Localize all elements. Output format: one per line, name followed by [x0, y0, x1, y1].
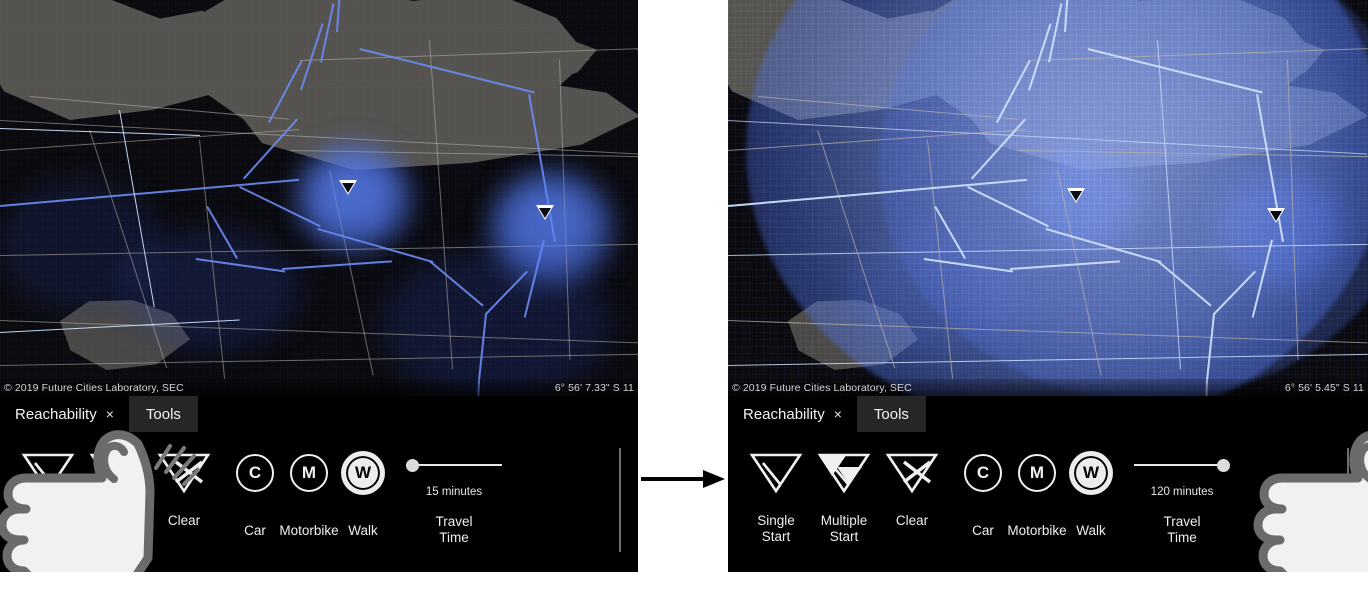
- mode-label: Walk: [1076, 523, 1106, 538]
- mode-letter: M: [290, 454, 328, 492]
- start-tool-group: Single Start Multiple Start Clear: [742, 446, 946, 546]
- map-attribution: © 2019 Future Cities Laboratory, SEC: [732, 381, 912, 394]
- mode-letter: C: [236, 454, 274, 492]
- map-coordinates: 6° 56' 5.45" S 11: [1284, 381, 1364, 394]
- comparison-figure: © 2019 Future Cities Laboratory, SEC 6° …: [0, 0, 1368, 599]
- mode-label: Car: [244, 523, 266, 538]
- tool-label: Single Start: [29, 513, 67, 545]
- clear-triangle-x-icon: [885, 446, 939, 500]
- mode-group: C Car M Motorbike W Walk: [956, 446, 1118, 538]
- marker-triangle-inner: [1270, 211, 1282, 221]
- mode-label: Motorbike: [1007, 523, 1067, 538]
- tab-tools[interactable]: Tools: [856, 396, 926, 432]
- tool-multiple-start[interactable]: Multiple Start: [810, 446, 878, 546]
- panel-after: © 2019 Future Cities Laboratory, SEC 6° …: [728, 0, 1368, 572]
- start-tool-group: Single Start Multiple Start Clear: [14, 446, 218, 546]
- tab-label: Tools: [873, 405, 909, 423]
- toolbar-divider: [619, 448, 621, 552]
- tool-label: Clear: [895, 513, 929, 528]
- mode-label: Car: [972, 523, 994, 538]
- tab-reachability[interactable]: Reachability ×: [728, 396, 857, 432]
- tool-label: Clear: [167, 513, 201, 528]
- travel-time-label: Travel Time: [1163, 514, 1201, 546]
- marker-glow: [500, 178, 598, 268]
- toolbar-before: Single Start Multiple Start Clear C Car …: [0, 430, 638, 572]
- toolbar-divider: [1347, 448, 1349, 552]
- clear-triangle-x-icon: [157, 446, 211, 500]
- mode-letter: C: [964, 454, 1002, 492]
- panel-before: © 2019 Future Cities Laboratory, SEC 6° …: [0, 0, 638, 572]
- tab-bar-after: Reachability × Tools: [728, 396, 1368, 432]
- mode-walk[interactable]: W Walk: [1064, 446, 1118, 538]
- mode-label: Motorbike: [279, 523, 339, 538]
- tool-clear[interactable]: Clear: [878, 446, 946, 529]
- toolbar-after: Single Start Multiple Start Clear C Car …: [728, 431, 1368, 572]
- close-icon[interactable]: ×: [834, 407, 842, 421]
- mode-label: Walk: [348, 523, 378, 538]
- mode-walk[interactable]: W Walk: [336, 446, 390, 538]
- map-background: [728, 0, 1368, 396]
- travel-time-slider[interactable]: [1134, 446, 1230, 484]
- map-status-bar: © 2019 Future Cities Laboratory, SEC 6° …: [0, 379, 638, 396]
- map-attribution: © 2019 Future Cities Laboratory, SEC: [4, 381, 184, 394]
- tool-clear[interactable]: Clear: [150, 446, 218, 529]
- map-view-after[interactable]: © 2019 Future Cities Laboratory, SEC 6° …: [728, 0, 1368, 396]
- single-start-triangle-icon: [21, 446, 75, 500]
- map-background: [0, 0, 638, 396]
- slider-track: [406, 464, 502, 466]
- single-start-triangle-icon: [749, 446, 803, 500]
- tab-label: Reachability: [15, 405, 97, 423]
- travel-time-value: 120 minutes: [1150, 486, 1214, 498]
- road-network: [728, 0, 1368, 396]
- map-coordinates: 6° 56' 7.33" S 11: [554, 381, 634, 394]
- travel-time-slider[interactable]: [406, 446, 502, 484]
- mode-letter: W: [1072, 454, 1110, 492]
- map-view-before[interactable]: © 2019 Future Cities Laboratory, SEC 6° …: [0, 0, 638, 396]
- travel-time-label: Travel Time: [435, 514, 473, 546]
- marker-triangle-inner: [342, 183, 354, 193]
- multiple-start-triangle-icon: [89, 446, 143, 500]
- tool-single-start[interactable]: Single Start: [742, 446, 810, 546]
- close-icon[interactable]: ×: [106, 407, 114, 421]
- marker-triangle-inner: [539, 208, 551, 218]
- mode-letter: M: [1018, 454, 1056, 492]
- mode-motorbike[interactable]: M Motorbike: [1007, 446, 1067, 538]
- map-status-bar: © 2019 Future Cities Laboratory, SEC 6° …: [728, 379, 1368, 396]
- tool-multiple-start[interactable]: Multiple Start: [82, 446, 150, 546]
- slider-track: [1134, 464, 1230, 466]
- tool-label: Multiple Start: [820, 513, 868, 545]
- tool-single-start[interactable]: Single Start: [14, 446, 82, 546]
- mode-car[interactable]: C Car: [956, 446, 1010, 538]
- tool-label: Single Start: [757, 513, 795, 545]
- slider-knob[interactable]: [406, 458, 419, 472]
- tool-label: Multiple Start: [92, 513, 140, 545]
- mode-motorbike[interactable]: M Motorbike: [279, 446, 339, 538]
- marker-triangle-inner: [1070, 191, 1082, 201]
- travel-time-control-before: 15 minutes Travel Time: [406, 446, 502, 547]
- travel-time-value: 15 minutes: [425, 486, 483, 498]
- slider-knob[interactable]: [1217, 458, 1230, 472]
- transition-arrow: [641, 466, 725, 492]
- tab-label: Reachability: [743, 405, 825, 423]
- tab-label: Tools: [145, 405, 181, 423]
- travel-time-control-after: 120 minutes Travel Time: [1134, 446, 1230, 547]
- multiple-start-triangle-icon: [817, 446, 871, 500]
- tab-bar-before: Reachability × Tools: [0, 396, 638, 432]
- mode-group: C Car M Motorbike W Walk: [228, 446, 390, 538]
- mode-car[interactable]: C Car: [228, 446, 282, 538]
- tab-reachability[interactable]: Reachability ×: [0, 396, 129, 432]
- mode-letter: W: [344, 454, 382, 492]
- tab-tools[interactable]: Tools: [128, 396, 198, 432]
